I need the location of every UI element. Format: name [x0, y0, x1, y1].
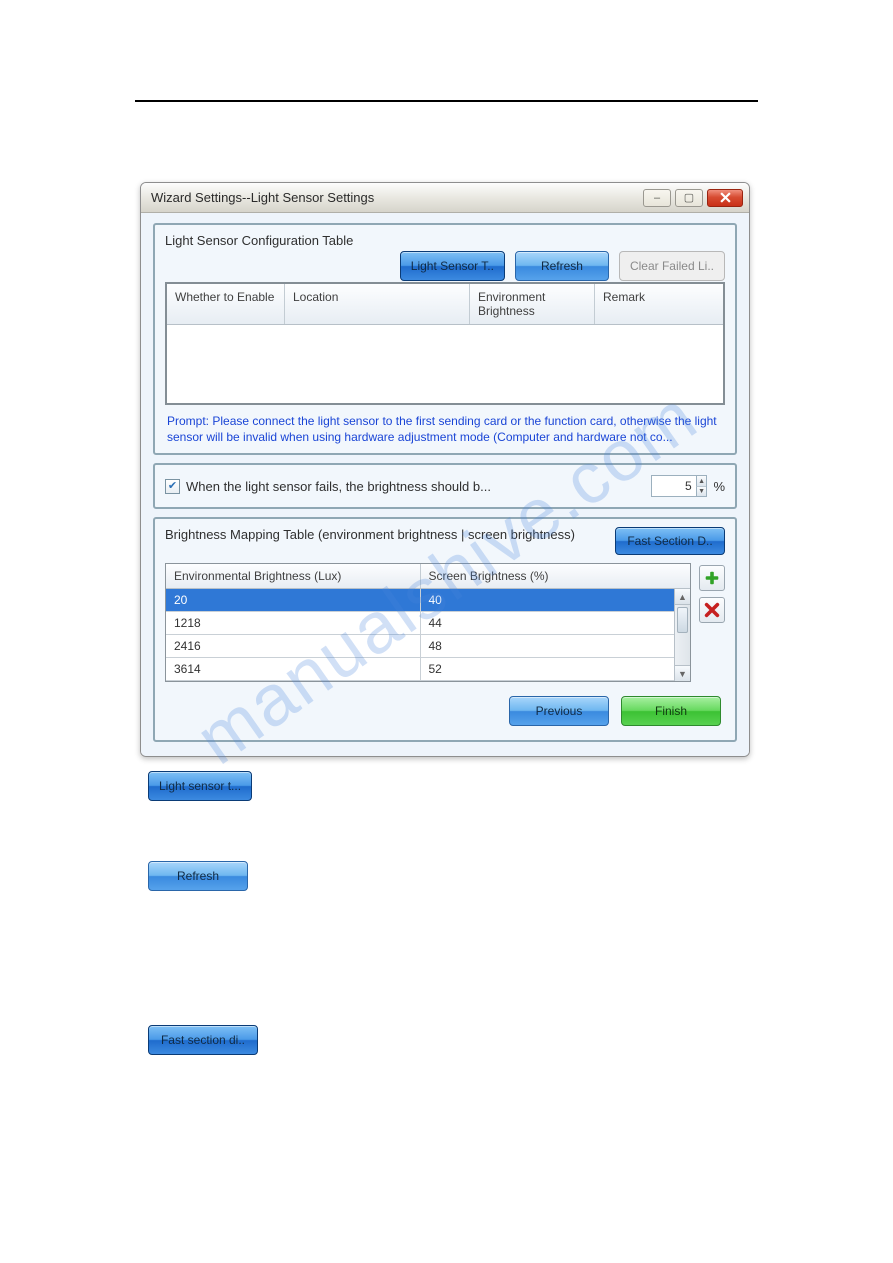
col-header-env-brightness[interactable]: Environmental Brightness (Lux): [166, 564, 421, 588]
check-icon: ✔: [168, 481, 177, 492]
light-sensor-test-button[interactable]: Light Sensor T..: [400, 251, 505, 281]
mapping-header-row: Brightness Mapping Table (environment br…: [165, 527, 725, 555]
top-rule: [135, 100, 758, 102]
fast-section-button[interactable]: Fast Section D..: [615, 527, 725, 555]
brightness-spinner[interactable]: ▲ ▼: [651, 475, 707, 497]
config-section-title: Light Sensor Configuration Table: [165, 233, 725, 248]
dialog-footer: Previous Finish: [165, 682, 725, 730]
plus-icon: [703, 569, 721, 587]
clear-failed-button[interactable]: Clear Failed Li..: [619, 251, 725, 281]
cell-env-brightness: 20: [166, 589, 421, 611]
close-button[interactable]: [707, 189, 743, 207]
refresh-button[interactable]: Refresh: [515, 251, 609, 281]
table-row[interactable]: 2040: [166, 589, 674, 612]
cell-screen-brightness: 40: [421, 589, 675, 611]
inline-refresh-block: Refresh: [148, 861, 893, 891]
mapping-table-body: 2040121844241648361452: [166, 589, 690, 681]
window-controls: – ▢: [643, 189, 743, 207]
fail-brightness-panel: ✔ When the light sensor fails, the brigh…: [153, 463, 737, 509]
titlebar: Wizard Settings--Light Sensor Settings –…: [141, 183, 749, 213]
prompt-text: Prompt: Please connect the light sensor …: [165, 413, 725, 445]
brightness-mapping-panel: Brightness Mapping Table (environment br…: [153, 517, 737, 742]
spinner-buttons: ▲ ▼: [696, 476, 707, 496]
maximize-button[interactable]: ▢: [675, 189, 703, 207]
col-header-remark[interactable]: Remark: [595, 284, 723, 324]
mapping-body-wrap: 2040121844241648361452 ▲ ▼: [166, 589, 690, 681]
cell-env-brightness: 1218: [166, 612, 421, 634]
config-table-header: Whether to Enable Location Environment B…: [167, 284, 723, 325]
mapping-scrollbar[interactable]: ▲ ▼: [674, 589, 690, 681]
dialog-title: Wizard Settings--Light Sensor Settings: [151, 190, 374, 205]
inline-light-sensor-block: Light sensor t...: [148, 771, 893, 801]
percent-label: %: [713, 479, 725, 494]
finish-button[interactable]: Finish: [621, 696, 721, 726]
fail-checkbox[interactable]: ✔: [165, 479, 180, 494]
close-icon: [720, 192, 731, 203]
spinner-down[interactable]: ▼: [696, 487, 707, 497]
cell-screen-brightness: 52: [421, 658, 675, 680]
inline-refresh-button[interactable]: Refresh: [148, 861, 248, 891]
wizard-dialog: Wizard Settings--Light Sensor Settings –…: [140, 182, 750, 757]
light-sensor-config-panel: Light Sensor Configuration Table Light S…: [153, 223, 737, 455]
minimize-icon: –: [654, 192, 660, 204]
brightness-input[interactable]: [652, 476, 695, 496]
mapping-table: Environmental Brightness (Lux) Screen Br…: [165, 563, 691, 682]
mapping-side-buttons: [699, 563, 725, 623]
delete-icon: [703, 601, 721, 619]
col-header-enable[interactable]: Whether to Enable: [167, 284, 285, 324]
inline-fast-section-button[interactable]: Fast section di..: [148, 1025, 258, 1055]
table-row[interactable]: 241648: [166, 635, 674, 658]
scroll-thumb[interactable]: [677, 607, 688, 633]
inline-fast-section-block: Fast section di..: [148, 1025, 893, 1055]
config-table-body: [167, 325, 723, 403]
add-row-button[interactable]: [699, 565, 725, 591]
minimize-button[interactable]: –: [643, 189, 671, 207]
table-row[interactable]: 121844: [166, 612, 674, 635]
previous-button[interactable]: Previous: [509, 696, 609, 726]
spinner-up[interactable]: ▲: [696, 476, 707, 487]
config-button-row: Light Sensor T.. Refresh Clear Failed Li…: [400, 251, 725, 281]
dialog-body: Light Sensor Configuration Table Light S…: [141, 213, 749, 756]
delete-row-button[interactable]: [699, 597, 725, 623]
maximize-icon: ▢: [684, 191, 694, 204]
fail-label: When the light sensor fails, the brightn…: [186, 479, 645, 494]
cell-screen-brightness: 44: [421, 612, 675, 634]
cell-env-brightness: 2416: [166, 635, 421, 657]
mapping-table-header: Environmental Brightness (Lux) Screen Br…: [166, 564, 690, 589]
cell-screen-brightness: 48: [421, 635, 675, 657]
scroll-down-icon[interactable]: ▼: [675, 665, 690, 681]
col-header-location[interactable]: Location: [285, 284, 470, 324]
config-table: Whether to Enable Location Environment B…: [165, 282, 725, 405]
col-header-environment[interactable]: Environment Brightness: [470, 284, 595, 324]
cell-env-brightness: 3614: [166, 658, 421, 680]
mapping-grid: Environmental Brightness (Lux) Screen Br…: [165, 563, 725, 682]
inline-light-sensor-test-button[interactable]: Light sensor t...: [148, 771, 252, 801]
table-row[interactable]: 361452: [166, 658, 674, 681]
mapping-label: Brightness Mapping Table (environment br…: [165, 527, 575, 542]
scroll-up-icon[interactable]: ▲: [675, 589, 690, 605]
col-header-screen-brightness[interactable]: Screen Brightness (%): [421, 564, 675, 588]
